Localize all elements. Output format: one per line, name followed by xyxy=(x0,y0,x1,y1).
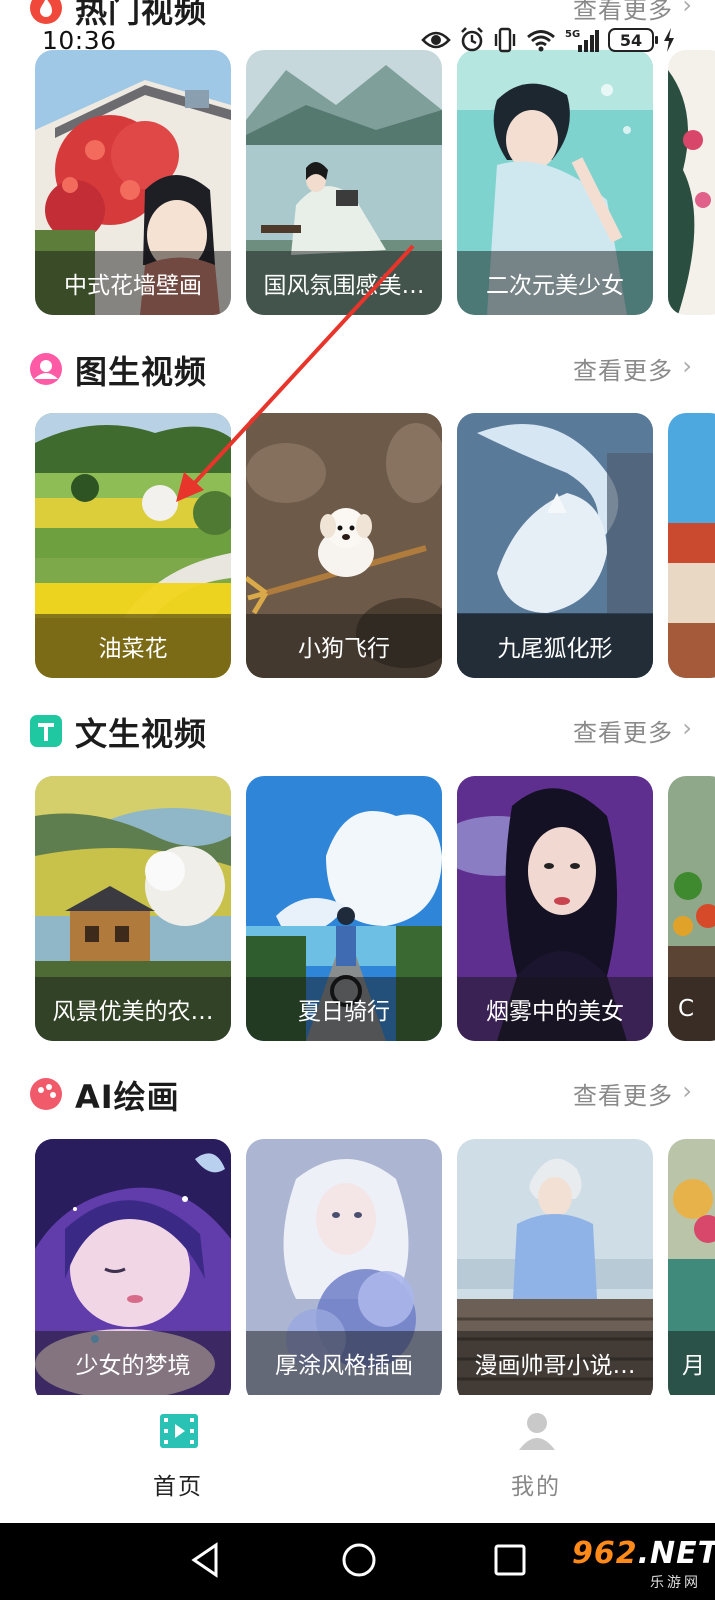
chevron-right-icon: › xyxy=(682,714,693,742)
chevron-right-icon: › xyxy=(682,1077,693,1105)
palette-icon xyxy=(30,1078,62,1110)
video-card[interactable]: 国风氛围感美… xyxy=(246,50,442,315)
card-title: 风景优美的农… xyxy=(35,977,231,1041)
video-card[interactable]: 月 xyxy=(668,1139,715,1395)
video-card[interactable]: 厚涂风格插画 xyxy=(246,1139,442,1395)
flame-icon xyxy=(30,0,62,24)
video-card[interactable]: 中式花墙壁画 xyxy=(35,50,231,315)
section-title-img2video: 图生视频 xyxy=(75,353,208,391)
see-more-ai-paint[interactable]: 查看更多 › xyxy=(573,1076,692,1111)
watermark-cn: 乐游网 xyxy=(650,1575,701,1591)
signal-5g-icon: 5G xyxy=(565,29,599,52)
video-card[interactable]: 二次元美少女 xyxy=(457,50,653,315)
card-title: 少女的梦境 xyxy=(35,1331,231,1395)
card-title: 国风氛围感美… xyxy=(246,251,442,315)
wifi-icon xyxy=(527,30,555,52)
video-card[interactable]: 烟雾中的美女 xyxy=(457,776,653,1041)
section-title-ai-paint: AI绘画 xyxy=(75,1078,180,1116)
card-title: 月 xyxy=(668,1331,715,1395)
see-more-label: 查看更多 xyxy=(573,0,673,24)
chevron-right-icon: › xyxy=(682,352,693,380)
eye-icon xyxy=(421,31,451,49)
watermark-num: 962 xyxy=(572,1536,638,1571)
video-card[interactable]: 油菜花 xyxy=(35,413,231,678)
card-title: C xyxy=(668,977,715,1041)
image-video-icon xyxy=(30,353,62,385)
charging-icon xyxy=(664,28,674,52)
video-card[interactable]: 九尾狐化形 xyxy=(457,413,653,678)
video-card[interactable] xyxy=(668,413,715,678)
battery-indicator: 54 xyxy=(608,28,658,52)
see-more-img2video[interactable]: 查看更多 › xyxy=(573,351,692,386)
card-image xyxy=(668,50,715,315)
watermark-suffix: .NET xyxy=(637,1536,715,1571)
status-icons: 5G 54 xyxy=(421,25,675,55)
see-more-label: 查看更多 xyxy=(573,719,673,747)
see-more-label: 查看更多 xyxy=(573,357,673,385)
card-title: 厚涂风格插画 xyxy=(246,1331,442,1395)
tab-home-label: 首页 xyxy=(153,1474,203,1500)
watermark-logo: 962.NET 乐游网 xyxy=(572,1536,715,1592)
card-title: 漫画帅哥小说… xyxy=(457,1331,653,1395)
card-title: 油菜花 xyxy=(35,614,231,678)
card-row-ai-paint: 少女的梦境 厚涂风格插画 漫画帅哥小说… 月 xyxy=(0,1139,715,1395)
card-title: 九尾狐化形 xyxy=(457,614,653,678)
video-card[interactable]: 漫画帅哥小说… xyxy=(457,1139,653,1395)
card-row-text2video: 风景优美的农… 夏日骑行 烟雾中的美女 C xyxy=(0,776,715,1041)
status-bar: 10:36 5G 54 xyxy=(0,22,715,58)
see-more-label: 查看更多 xyxy=(573,1082,673,1110)
video-card[interactable]: 少女的梦境 xyxy=(35,1139,231,1395)
system-nav-bar: 962.NET 乐游网 xyxy=(0,1523,715,1600)
section-header-ai-paint: AI绘画 查看更多 › xyxy=(0,1068,715,1118)
section-header-img2video: 图生视频 查看更多 › xyxy=(0,343,715,393)
chevron-right-icon: › xyxy=(682,0,693,19)
text-t-icon xyxy=(30,715,62,747)
card-row-hot: 中式花墙壁画 国风氛围感美… 二次元美少女 xyxy=(0,50,715,315)
card-title: 小狗飞行 xyxy=(246,614,442,678)
card-title: 二次元美少女 xyxy=(457,251,653,315)
status-time: 10:36 xyxy=(42,26,117,55)
tab-mine-label: 我的 xyxy=(511,1474,561,1500)
tab-home[interactable]: 首页 xyxy=(78,1395,278,1523)
section-title-text2video: 文生视频 xyxy=(75,715,208,753)
recents-icon[interactable] xyxy=(492,1541,528,1579)
section-header-text2video: 文生视频 查看更多 › xyxy=(0,705,715,755)
vibrate-icon xyxy=(494,27,516,53)
alarm-icon xyxy=(461,27,483,52)
bottom-nav: 首页 我的 xyxy=(0,1395,715,1523)
video-film-icon xyxy=(160,1414,198,1448)
card-title: 中式花墙壁画 xyxy=(35,251,231,315)
svg-text:5G: 5G xyxy=(565,29,580,40)
card-title: 烟雾中的美女 xyxy=(457,977,653,1041)
user-icon xyxy=(519,1413,555,1450)
video-card[interactable]: 小狗飞行 xyxy=(246,413,442,678)
card-row-img2video: 油菜花 小狗飞行 九尾狐化形 xyxy=(0,413,715,678)
video-card[interactable]: 风景优美的农… xyxy=(35,776,231,1041)
card-image xyxy=(668,413,715,678)
card-title: 夏日骑行 xyxy=(246,977,442,1041)
video-card[interactable] xyxy=(668,50,715,315)
tab-mine[interactable]: 我的 xyxy=(436,1395,636,1523)
video-card[interactable]: C xyxy=(668,776,715,1041)
see-more-text2video[interactable]: 查看更多 › xyxy=(573,713,692,748)
back-icon[interactable] xyxy=(188,1541,222,1579)
home-circle-icon[interactable] xyxy=(340,1541,378,1579)
video-card[interactable]: 夏日骑行 xyxy=(246,776,442,1041)
